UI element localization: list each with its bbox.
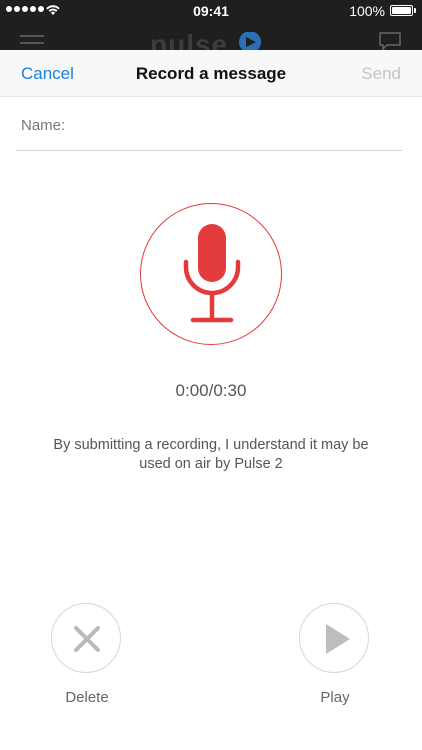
hamburger-menu-icon (20, 35, 44, 49)
send-button[interactable]: Send (361, 64, 401, 84)
play-label: Play (320, 689, 350, 706)
play-button[interactable] (299, 603, 369, 673)
recording-timer: 0:00/0:30 (175, 381, 247, 400)
delete-button[interactable] (51, 603, 121, 673)
record-message-sheet: Cancel Record a message Send Name: 0:00/… (0, 50, 422, 750)
chat-bubble-icon (379, 32, 401, 50)
delete-label: Delete (65, 689, 109, 706)
microphone-icon (183, 224, 241, 323)
close-x-icon (74, 626, 100, 652)
play-icon (326, 624, 350, 654)
name-field-row: Name: (16, 110, 402, 151)
name-input[interactable] (74, 114, 396, 140)
disclaimer-text: By submitting a recording, I understand … (53, 437, 369, 472)
battery-percentage: 100% (349, 3, 385, 19)
status-bar: 09:41 100% pulse (0, 0, 422, 60)
battery-cap (414, 8, 416, 13)
page-title: Record a message (135, 64, 287, 83)
battery-icon (390, 5, 413, 16)
screen: 09:41 100% pulse Cancel Record a message… (0, 0, 422, 750)
navigation-bar: Cancel Record a message Send (0, 50, 422, 97)
record-button[interactable] (140, 203, 282, 345)
name-label: Name: (21, 117, 66, 134)
